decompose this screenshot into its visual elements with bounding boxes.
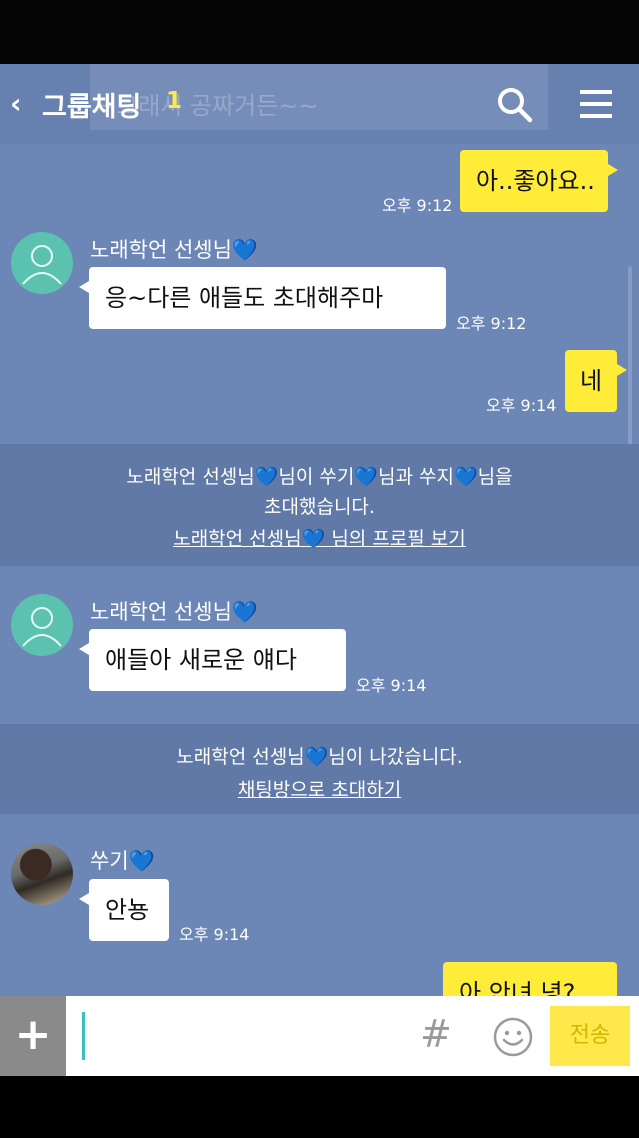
my-message-bubble[interactable]: 아..좋아요.. — [460, 150, 618, 212]
back-arrow-icon[interactable]: ‹ — [10, 84, 34, 124]
my-message-bubble[interactable]: 네 — [565, 350, 627, 412]
scrollbar[interactable] — [628, 266, 632, 446]
message-time: 오후 9:14 — [179, 925, 250, 944]
message-time: 오후 9:12 — [382, 196, 453, 215]
system-notice-text: 초대했습니다. — [264, 496, 375, 518]
view-profile-link[interactable]: 노래학언 선셍님💙 님의 프로필 보기 — [0, 524, 639, 551]
emoji-icon[interactable] — [492, 1016, 534, 1058]
avatar[interactable] — [11, 843, 73, 905]
chat-title: 그룹채팅 — [42, 92, 142, 123]
invite-to-chat-link[interactable]: 채팅방으로 초대하기 — [0, 775, 639, 802]
menu-icon[interactable] — [576, 86, 616, 122]
attach-button[interactable]: + — [0, 996, 66, 1076]
sender-name: 노래학언 선셍님💙 — [90, 238, 259, 262]
their-message-bubble[interactable]: 응~다른 애들도 초대해주마 — [79, 267, 446, 329]
member-count: 1 — [166, 88, 183, 114]
their-message-bubble[interactable]: 안뇽 — [79, 879, 169, 941]
send-button[interactable]: 전송 — [550, 1006, 630, 1066]
message-time: 오후 9:14 — [356, 676, 427, 695]
sender-name: 쑤기💙 — [90, 849, 155, 873]
avatar[interactable] — [11, 594, 73, 656]
person-icon — [22, 607, 62, 647]
person-icon — [22, 245, 62, 285]
system-notice-text: 노래학언 선셍님💙님이 쑤기💙님과 쑤지💙님을 — [126, 466, 513, 488]
message-time: 오후 9:14 — [486, 396, 557, 415]
message-time: 오후 9:12 — [456, 314, 527, 333]
status-bar — [0, 0, 639, 64]
search-icon[interactable] — [494, 84, 534, 124]
message-input[interactable] — [82, 1012, 85, 1060]
hashtag-button[interactable]: # — [420, 1012, 452, 1056]
system-notice-text: 노래학언 선셍님💙님이 나갔습니다. — [176, 746, 463, 768]
sender-name: 노래학언 선셍님💙 — [90, 600, 259, 624]
their-message-bubble[interactable]: 애들아 새로운 얘다 — [79, 629, 346, 691]
avatar[interactable] — [11, 232, 73, 294]
system-nav-bar — [0, 1076, 639, 1138]
message-input-bar — [0, 996, 639, 1076]
